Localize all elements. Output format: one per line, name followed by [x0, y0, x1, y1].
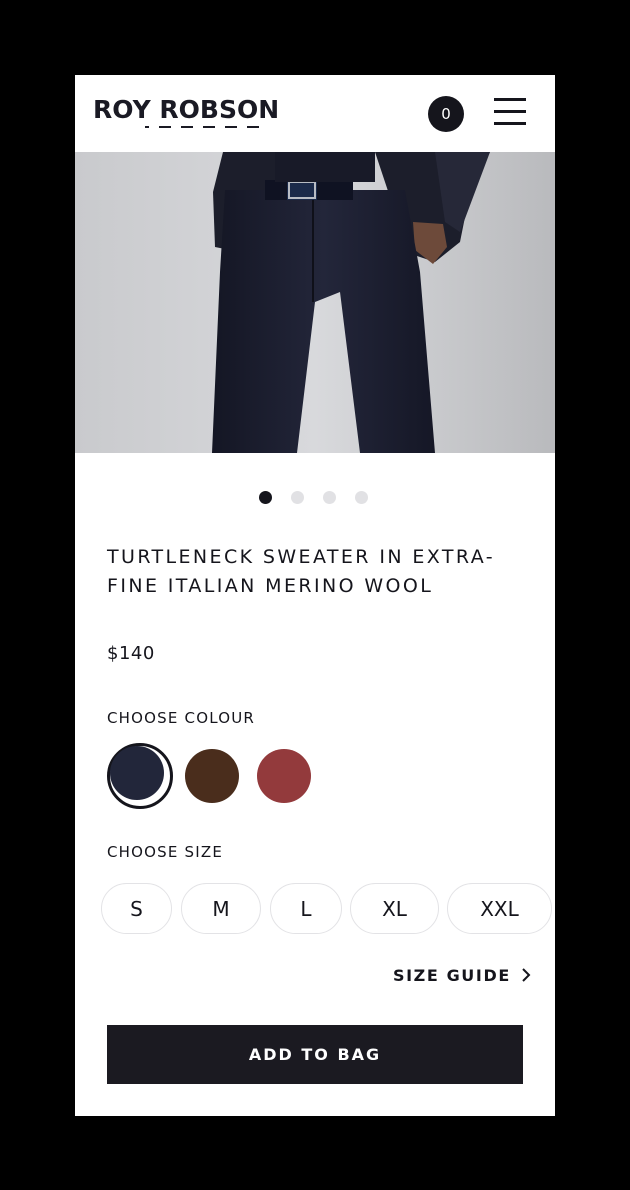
carousel-dot-4[interactable]	[355, 491, 368, 504]
colour-swatch-navy[interactable]	[107, 743, 173, 809]
cart-button[interactable]: 0	[428, 96, 464, 132]
product-title: TURTLENECK SWEATER IN EXTRA-FINE ITALIAN…	[107, 546, 495, 597]
product-photo	[75, 152, 555, 453]
colour-label: CHOOSE COLOUR	[107, 709, 256, 727]
hamburger-menu-icon[interactable]	[494, 98, 526, 128]
product-image[interactable]	[75, 152, 555, 453]
colour-swatch-red[interactable]	[257, 749, 311, 803]
add-to-bag-button[interactable]: ADD TO BAG	[107, 1025, 523, 1084]
top-nav: ROY ROBSON 0	[75, 75, 555, 152]
size-option-m[interactable]: M	[181, 883, 261, 934]
brand-logo[interactable]: ROY ROBSON	[93, 93, 303, 131]
carousel-dot-3[interactable]	[323, 491, 336, 504]
chevron-right-icon	[522, 968, 531, 982]
size-option-s[interactable]: S	[101, 883, 172, 934]
size-options: S M L XL XXL	[101, 883, 555, 939]
cart-count: 0	[441, 105, 451, 123]
size-option-xxl[interactable]: XXL	[447, 883, 552, 934]
carousel-dots	[259, 491, 368, 504]
size-guide-link[interactable]: SIZE GUIDE	[393, 963, 531, 987]
product-page: ROY ROBSON 0 TURTLENECK SWEATER IN EXTRA…	[75, 75, 555, 1116]
size-option-xl[interactable]: XL	[350, 883, 439, 934]
colour-swatches	[107, 743, 347, 809]
logo-dashes	[145, 126, 259, 128]
colour-swatch-brown[interactable]	[185, 749, 239, 803]
size-option-l[interactable]: L	[270, 883, 342, 934]
brand-name: ROY ROBSON	[93, 95, 280, 124]
size-guide-label: SIZE GUIDE	[393, 965, 511, 985]
carousel-dot-2[interactable]	[291, 491, 304, 504]
product-price: $140	[107, 643, 155, 664]
size-label: CHOOSE SIZE	[107, 843, 224, 861]
carousel-dot-1[interactable]	[259, 491, 272, 504]
swatch-fill-navy	[110, 746, 164, 800]
